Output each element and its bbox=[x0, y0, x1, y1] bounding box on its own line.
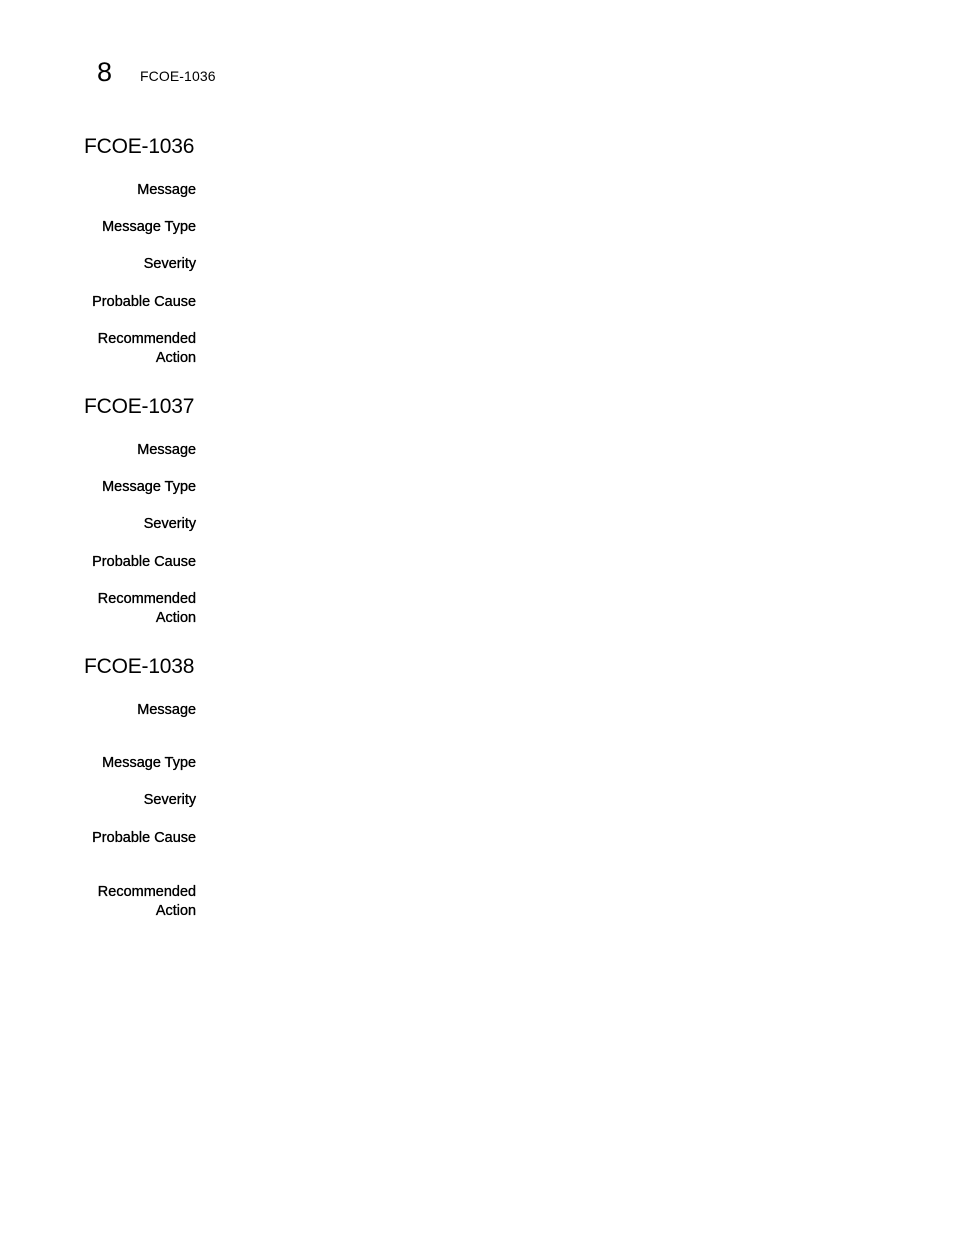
field-message-type: Message Type bbox=[84, 754, 858, 773]
field-value bbox=[218, 218, 858, 237]
field-label: Severity bbox=[143, 256, 197, 272]
field-probable-cause: Probable Cause bbox=[84, 553, 858, 572]
field-label: Recommended Action bbox=[97, 884, 196, 919]
field-message-type: Message Type bbox=[84, 478, 858, 497]
field-label: Message bbox=[137, 182, 196, 198]
field-value bbox=[218, 293, 858, 312]
field-value bbox=[218, 515, 858, 534]
field-label: Recommended Action bbox=[97, 591, 196, 626]
field-probable-cause: Probable Cause bbox=[84, 293, 858, 312]
field-label: Message Type bbox=[101, 755, 196, 771]
field-label: Message bbox=[137, 702, 196, 718]
section-title: FCOE-1037 bbox=[84, 395, 195, 418]
field-value bbox=[218, 883, 858, 921]
field-recommended-action: Recommended Action bbox=[84, 883, 858, 921]
running-header-title: FCOE-1036 bbox=[140, 68, 216, 84]
field-message: Message bbox=[84, 181, 858, 200]
field-message: Message bbox=[84, 441, 858, 460]
field-label: Recommended Action bbox=[97, 331, 196, 366]
field-severity: Severity bbox=[84, 791, 858, 810]
field-label: Probable Cause bbox=[92, 554, 196, 570]
field-value bbox=[218, 553, 858, 572]
field-value bbox=[218, 590, 858, 628]
field-label: Message Type bbox=[101, 479, 196, 495]
field-label: Severity bbox=[143, 792, 197, 808]
field-value bbox=[218, 478, 858, 497]
field-severity: Severity bbox=[84, 255, 858, 274]
field-value bbox=[218, 255, 858, 274]
section-title: FCOE-1036 bbox=[84, 135, 195, 158]
field-value bbox=[218, 791, 858, 810]
field-value bbox=[218, 754, 858, 773]
message-section: FCOE-1036 Message Message Type Severity … bbox=[84, 134, 884, 374]
field-value bbox=[218, 701, 858, 720]
field-value bbox=[218, 330, 858, 368]
field-recommended-action: Recommended Action bbox=[84, 330, 858, 368]
field-message-type: Message Type bbox=[84, 218, 858, 237]
message-section: FCOE-1038 Message Message Type Severity … bbox=[84, 654, 884, 934]
message-section: FCOE-1037 Message Message Type Severity … bbox=[84, 394, 884, 634]
field-value bbox=[218, 829, 858, 848]
field-label: Probable Cause bbox=[92, 294, 196, 310]
field-value bbox=[218, 441, 858, 460]
field-value bbox=[218, 181, 858, 200]
field-severity: Severity bbox=[84, 515, 858, 534]
running-header: 8 FCOE-1036 bbox=[97, 54, 216, 90]
field-label: Message bbox=[137, 442, 196, 458]
field-recommended-action: Recommended Action bbox=[84, 590, 858, 628]
field-probable-cause: Probable Cause bbox=[84, 829, 858, 848]
field-label: Severity bbox=[143, 516, 197, 532]
field-label: Message Type bbox=[101, 219, 196, 235]
chapter-number: 8 bbox=[97, 57, 113, 87]
section-title: FCOE-1038 bbox=[84, 655, 195, 678]
field-label: Probable Cause bbox=[92, 830, 196, 846]
field-message: Message bbox=[84, 701, 858, 720]
